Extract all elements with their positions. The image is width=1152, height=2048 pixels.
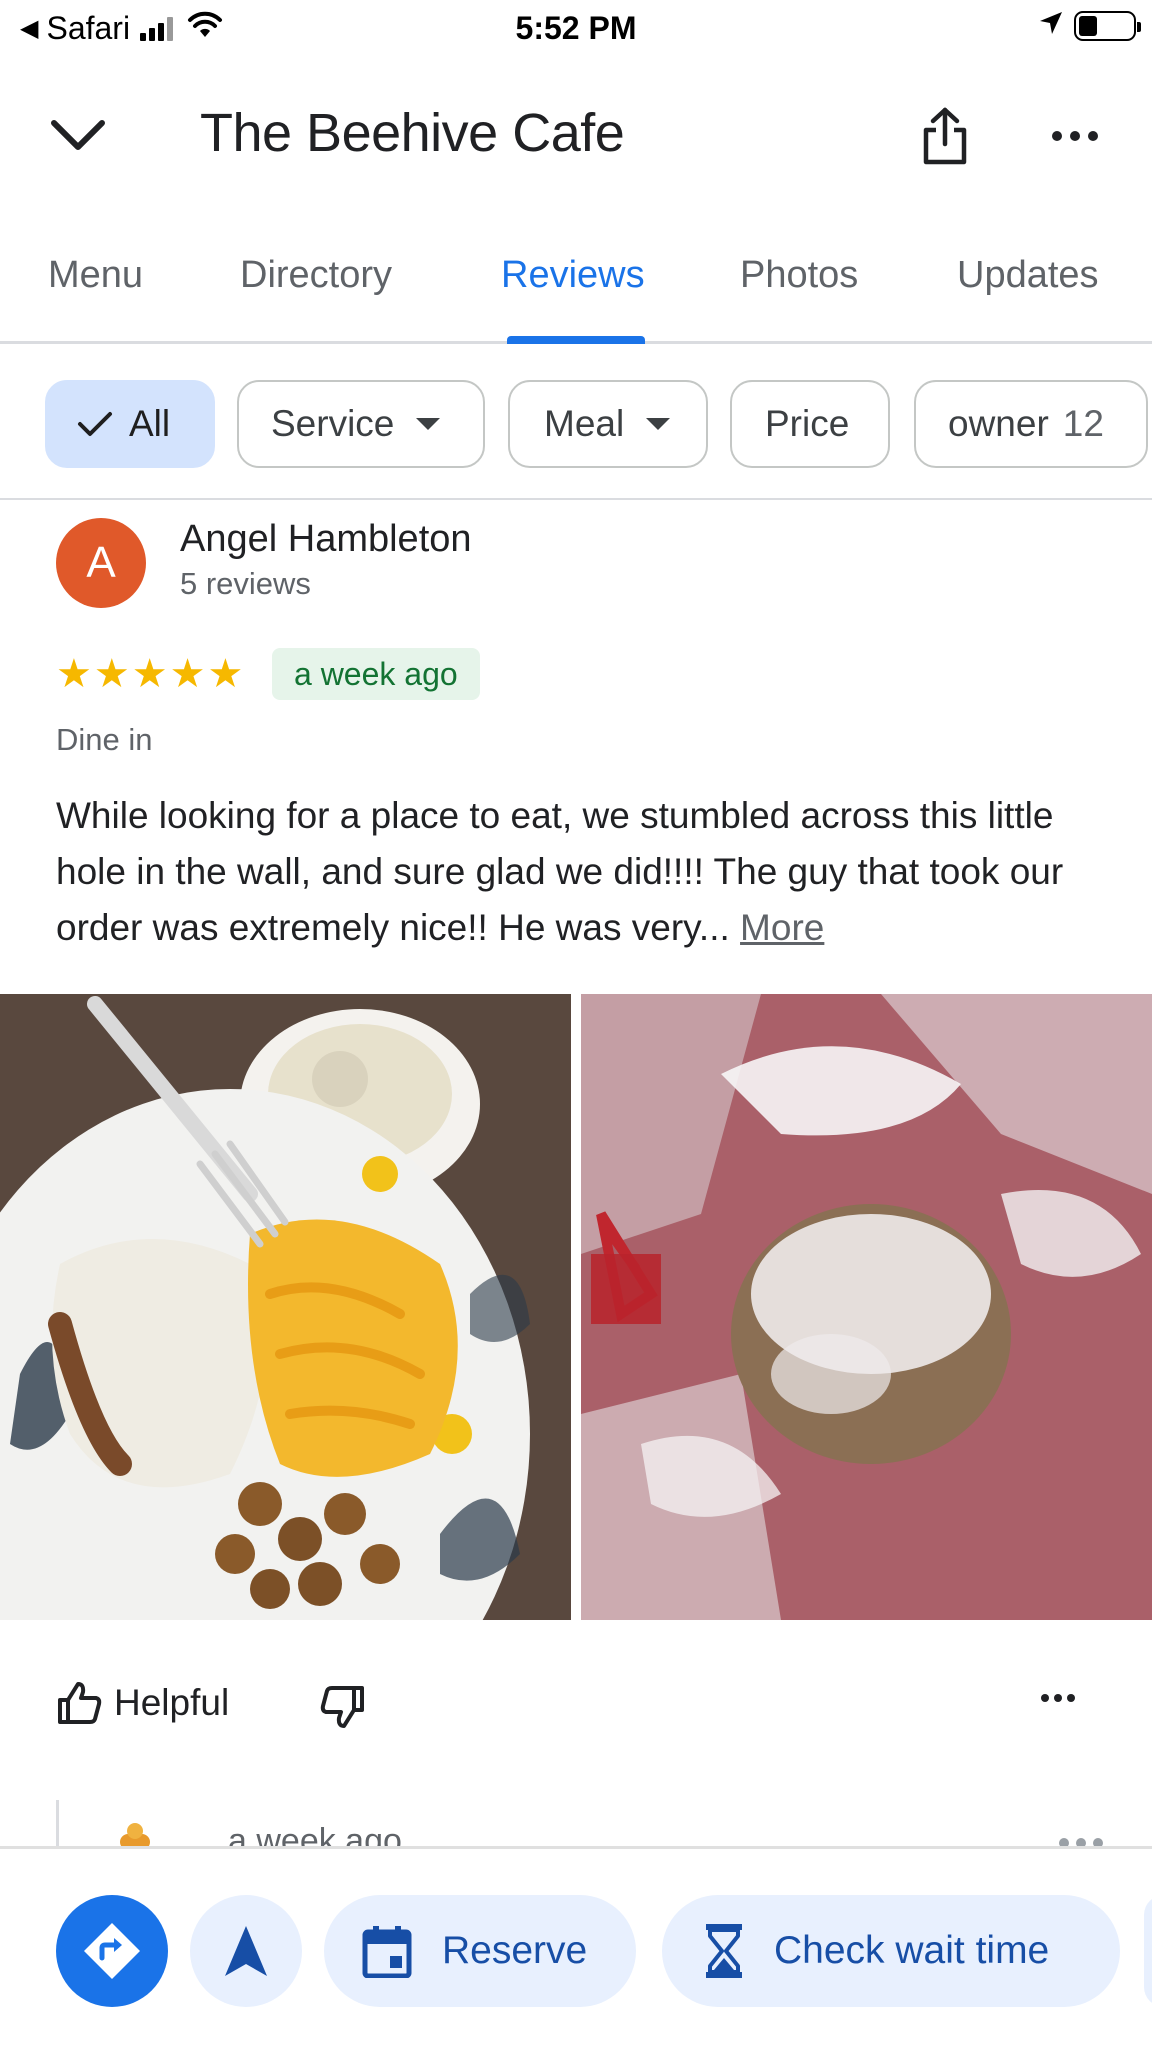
avatar[interactable]: A bbox=[56, 518, 146, 608]
chip-price[interactable]: Price bbox=[730, 380, 890, 468]
chip-all-label: All bbox=[129, 403, 171, 444]
location-arrow-icon bbox=[1038, 10, 1064, 41]
dining-type-tag: Dine in bbox=[56, 722, 153, 757]
photo-powdered-sugar-pastry[interactable] bbox=[581, 994, 1152, 1620]
review-body: While looking for a place to eat, we stu… bbox=[56, 795, 1064, 948]
review-text: While looking for a place to eat, we stu… bbox=[56, 788, 1116, 956]
check-wait-time-button[interactable]: Check wait time bbox=[662, 1895, 1120, 2007]
tab-menu[interactable]: Menu bbox=[48, 254, 143, 297]
start-navigation-button[interactable] bbox=[190, 1895, 302, 2007]
not-helpful-button[interactable] bbox=[320, 1684, 366, 1735]
check-icon bbox=[78, 412, 112, 436]
calendar-icon bbox=[362, 1926, 412, 1978]
star-icon: ★ bbox=[131, 652, 168, 696]
review-more-button[interactable] bbox=[1040, 1690, 1076, 1708]
navigation-arrow-icon bbox=[225, 1926, 267, 1976]
directions-icon bbox=[84, 1923, 140, 1979]
active-tab-indicator bbox=[507, 336, 645, 344]
reserve-label: Reserve bbox=[442, 1929, 588, 1972]
chip-meal-label: Meal bbox=[544, 403, 625, 444]
star-icon: ★ bbox=[207, 652, 244, 696]
chip-price-label: Price bbox=[765, 403, 850, 444]
check-wait-time-label: Check wait time bbox=[774, 1929, 1050, 1972]
star-icon: ★ bbox=[169, 652, 206, 696]
more-actions-pill[interactable] bbox=[1144, 1895, 1152, 2007]
chip-service[interactable]: Service bbox=[237, 380, 485, 468]
more-horizontal-icon bbox=[1041, 1694, 1075, 1702]
star-icon: ★ bbox=[93, 652, 130, 696]
tab-updates[interactable]: Updates bbox=[957, 254, 1099, 297]
tab-reviews[interactable]: Reviews bbox=[501, 254, 645, 297]
place-header: The Beehive Cafe bbox=[0, 80, 1152, 190]
thumbs-down-icon bbox=[320, 1686, 364, 1728]
star-icon: ★ bbox=[56, 652, 92, 696]
reply-indent-bar bbox=[56, 1800, 59, 1850]
review-filter-chips: All Service Meal Price owner 12 bbox=[0, 378, 1152, 470]
place-title: The Beehive Cafe bbox=[200, 103, 625, 163]
divider bbox=[0, 498, 1152, 500]
reserve-button[interactable]: Reserve bbox=[324, 1895, 636, 2007]
status-bar: ◀ Safari 5:52 PM bbox=[0, 0, 1152, 60]
tab-photos[interactable]: Photos bbox=[740, 254, 858, 297]
dropdown-caret-icon bbox=[646, 418, 671, 430]
chip-owner-label: owner bbox=[948, 403, 1049, 444]
star-rating: ★ ★ ★ ★ ★ bbox=[56, 652, 243, 696]
helpful-button[interactable]: Helpful bbox=[56, 1680, 229, 1726]
more-horizontal-icon bbox=[1052, 131, 1098, 141]
more-options-button[interactable] bbox=[1040, 108, 1110, 164]
battery-icon bbox=[1074, 10, 1141, 41]
place-tabs: Menu Directory Reviews Photos Updates bbox=[0, 240, 1152, 344]
chip-meal[interactable]: Meal bbox=[508, 380, 708, 468]
chevron-down-icon bbox=[51, 120, 105, 150]
hourglass-icon bbox=[706, 1924, 742, 1978]
review-time-badge: a week ago bbox=[272, 648, 480, 700]
chip-owner-count: 12 bbox=[1062, 403, 1104, 444]
share-button[interactable] bbox=[910, 98, 980, 174]
tab-directory[interactable]: Directory bbox=[240, 254, 392, 297]
more-link[interactable]: More bbox=[740, 907, 824, 948]
chip-all[interactable]: All bbox=[45, 380, 215, 468]
directions-button[interactable] bbox=[56, 1895, 168, 2007]
photo-plate-of-food[interactable] bbox=[0, 994, 571, 1620]
share-icon bbox=[923, 107, 967, 165]
thumbs-up-icon bbox=[58, 1682, 102, 1724]
collapse-button[interactable] bbox=[46, 104, 110, 168]
reviewer-name[interactable]: Angel Hambleton bbox=[180, 518, 472, 561]
clock: 5:52 PM bbox=[515, 10, 637, 46]
bottom-action-bar: Reserve Check wait time bbox=[0, 1846, 1152, 2048]
reviewer-review-count: 5 reviews bbox=[180, 566, 311, 601]
dropdown-caret-icon bbox=[416, 418, 441, 430]
chip-owner[interactable]: owner 12 bbox=[914, 380, 1148, 468]
chip-service-label: Service bbox=[271, 403, 395, 444]
helpful-label: Helpful bbox=[114, 1682, 230, 1723]
